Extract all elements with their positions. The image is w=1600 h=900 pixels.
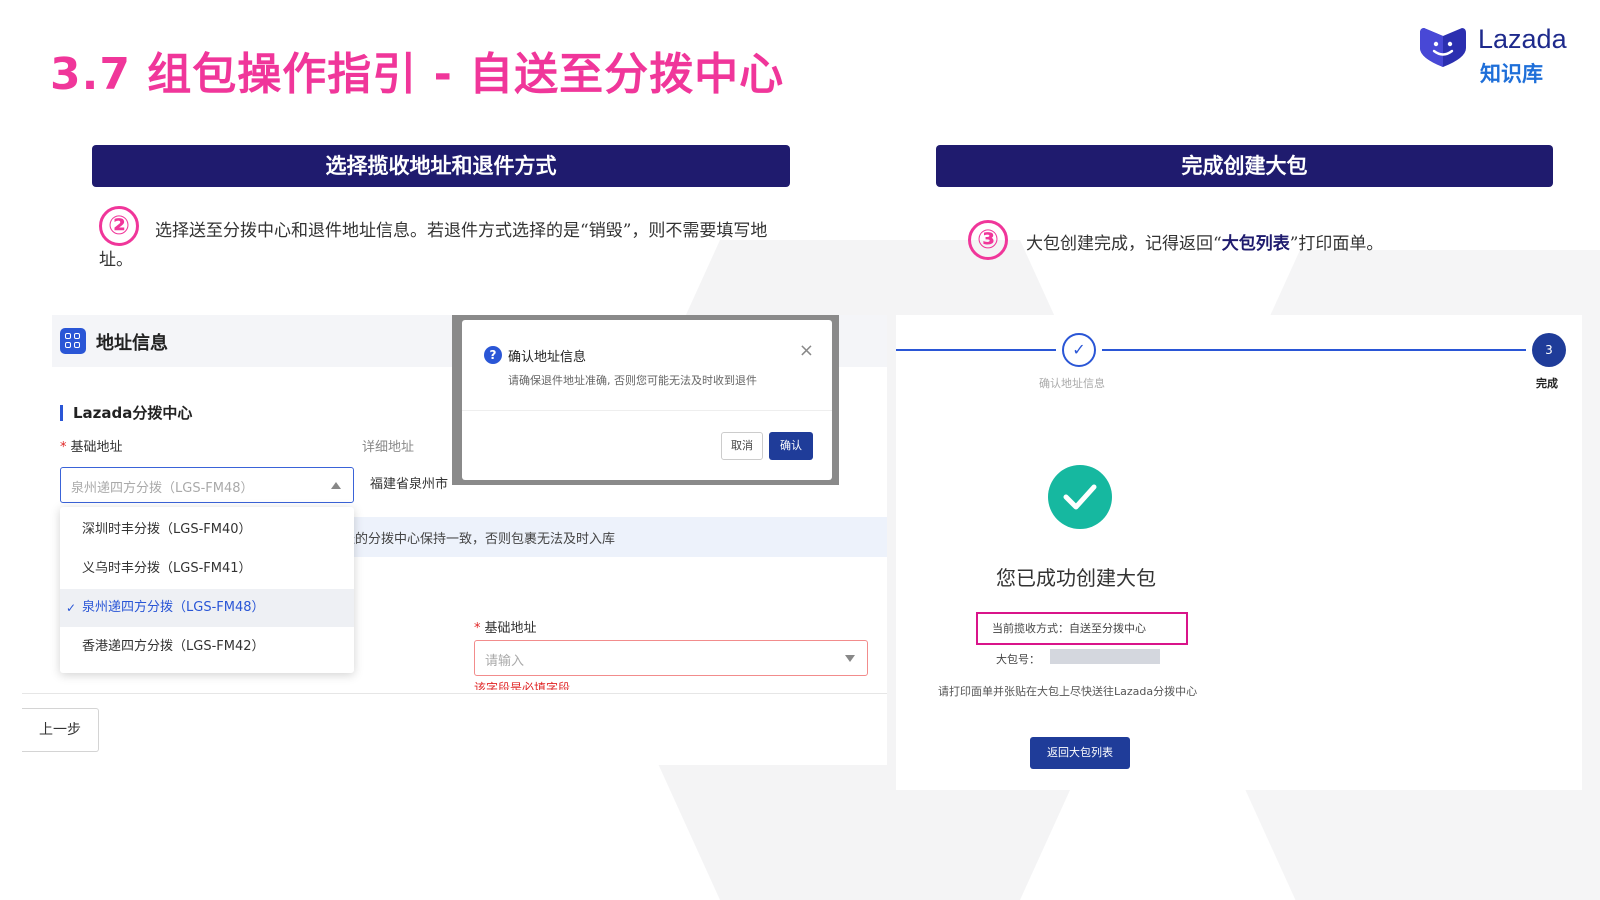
chevron-down-icon xyxy=(845,655,855,662)
lazada-logo-icon xyxy=(1420,28,1466,67)
success-message: 您已成功创建大包 xyxy=(996,566,1156,590)
dropdown-option-selected[interactable]: ✓ 泉州递四方分拨（LGS-FM48） xyxy=(60,589,354,627)
dropdown-option[interactable]: 义乌时丰分拨（LGS-FM41） xyxy=(60,550,354,588)
chevron-up-icon xyxy=(331,482,341,489)
base-address-value: 泉州递四方分拨（LGS-FM48） xyxy=(71,481,254,496)
step-current-label: 完成 xyxy=(1536,377,1558,390)
pickup-method: 当前揽收方式：自送至分拨中心 xyxy=(992,622,1146,635)
result-screenshot: ✓ 确认地址信息 3 完成 您已成功创建大包 当前揽收方式：自送至分拨中心 大包… xyxy=(896,315,1582,790)
detail-address-label: 详细地址 xyxy=(362,440,415,455)
return-to-list-button[interactable]: 返回大包列表 xyxy=(1030,737,1130,769)
base-address-label: * 基础地址 xyxy=(60,440,123,455)
grid-icon xyxy=(60,328,86,354)
package-number-label: 大包号： xyxy=(996,653,1040,666)
address-dropdown: 深圳时丰分拨（LGS-FM40） 义乌时丰分拨（LGS-FM41） ✓ 泉州递四方… xyxy=(60,507,354,673)
logo: Lazada 知识库 xyxy=(1418,22,1578,88)
step-completed-icon: ✓ xyxy=(1062,333,1096,367)
left-section-header: 选择揽收地址和退件方式 xyxy=(92,145,790,187)
modal-message: 请确保退件地址准确, 否则您可能无法及时收到退件 xyxy=(508,374,757,387)
question-icon: ? xyxy=(484,346,502,364)
right-section-header: 完成创建大包 xyxy=(936,145,1553,187)
page-title: 3.7 组包操作指引 - 自送至分拨中心 xyxy=(50,49,785,100)
success-check-icon xyxy=(1048,465,1112,529)
confirm-address-modal: ? 确认地址信息 请确保退件地址准确, 否则您可能无法及时收到退件 × 取消 确… xyxy=(462,320,832,480)
dropdown-option[interactable]: 深圳时丰分拨（LGS-FM40） xyxy=(60,511,354,549)
base-address-select[interactable]: 泉州递四方分拨（LGS-FM48） xyxy=(60,467,354,503)
stepper-line xyxy=(1102,349,1526,351)
section-title: 地址信息 xyxy=(96,333,168,354)
notice-banner: 送的分拨中心保持一致，否则包裹无法及时入库 xyxy=(342,517,887,557)
step-completed-label: 确认地址信息 xyxy=(1039,377,1105,390)
step-3-badge: ③ xyxy=(968,220,1008,260)
modal-title: 确认地址信息 xyxy=(508,350,587,365)
required-error: 该字段是必填字段 xyxy=(474,681,571,690)
check-icon: ✓ xyxy=(66,601,77,615)
close-icon[interactable]: × xyxy=(799,340,814,361)
package-number-redacted xyxy=(1050,649,1160,664)
return-address-placeholder: 请输入 xyxy=(485,654,525,669)
prev-button[interactable]: 上一步 xyxy=(22,708,99,752)
right-step-description: 大包创建完成，记得返回“大包列表”打印面单。 xyxy=(1026,234,1384,254)
instruction-text: 请打印面单并张贴在大包上尽快送往Lazada分拨中心 xyxy=(938,685,1198,698)
subsection-title: Lazada分拨中心 xyxy=(60,405,192,421)
return-base-address-label: * 基础地址 xyxy=(474,621,537,636)
return-address-select[interactable]: 请输入 xyxy=(474,640,868,676)
left-step-description: 选择送至分拨中心和退件地址信息。若退件方式选择的是“销毁”，则不需要填写地址。 xyxy=(99,221,768,270)
divider xyxy=(22,693,887,694)
confirm-button[interactable]: 确认 xyxy=(769,432,813,460)
stepper-line xyxy=(896,349,1056,351)
modal-divider xyxy=(462,410,832,411)
logo-wordmark: Lazada xyxy=(1478,24,1567,54)
cancel-button[interactable]: 取消 xyxy=(721,432,763,460)
dropdown-option[interactable]: 香港递四方分拨（LGS-FM42） xyxy=(60,628,354,666)
logo-subtitle: 知识库 xyxy=(1480,62,1543,86)
detail-address-value: 福建省泉州市 xyxy=(370,477,449,492)
notice-text: 送的分拨中心保持一致，否则包裹无法及时入库 xyxy=(342,532,616,547)
step-current-badge: 3 xyxy=(1532,333,1566,367)
